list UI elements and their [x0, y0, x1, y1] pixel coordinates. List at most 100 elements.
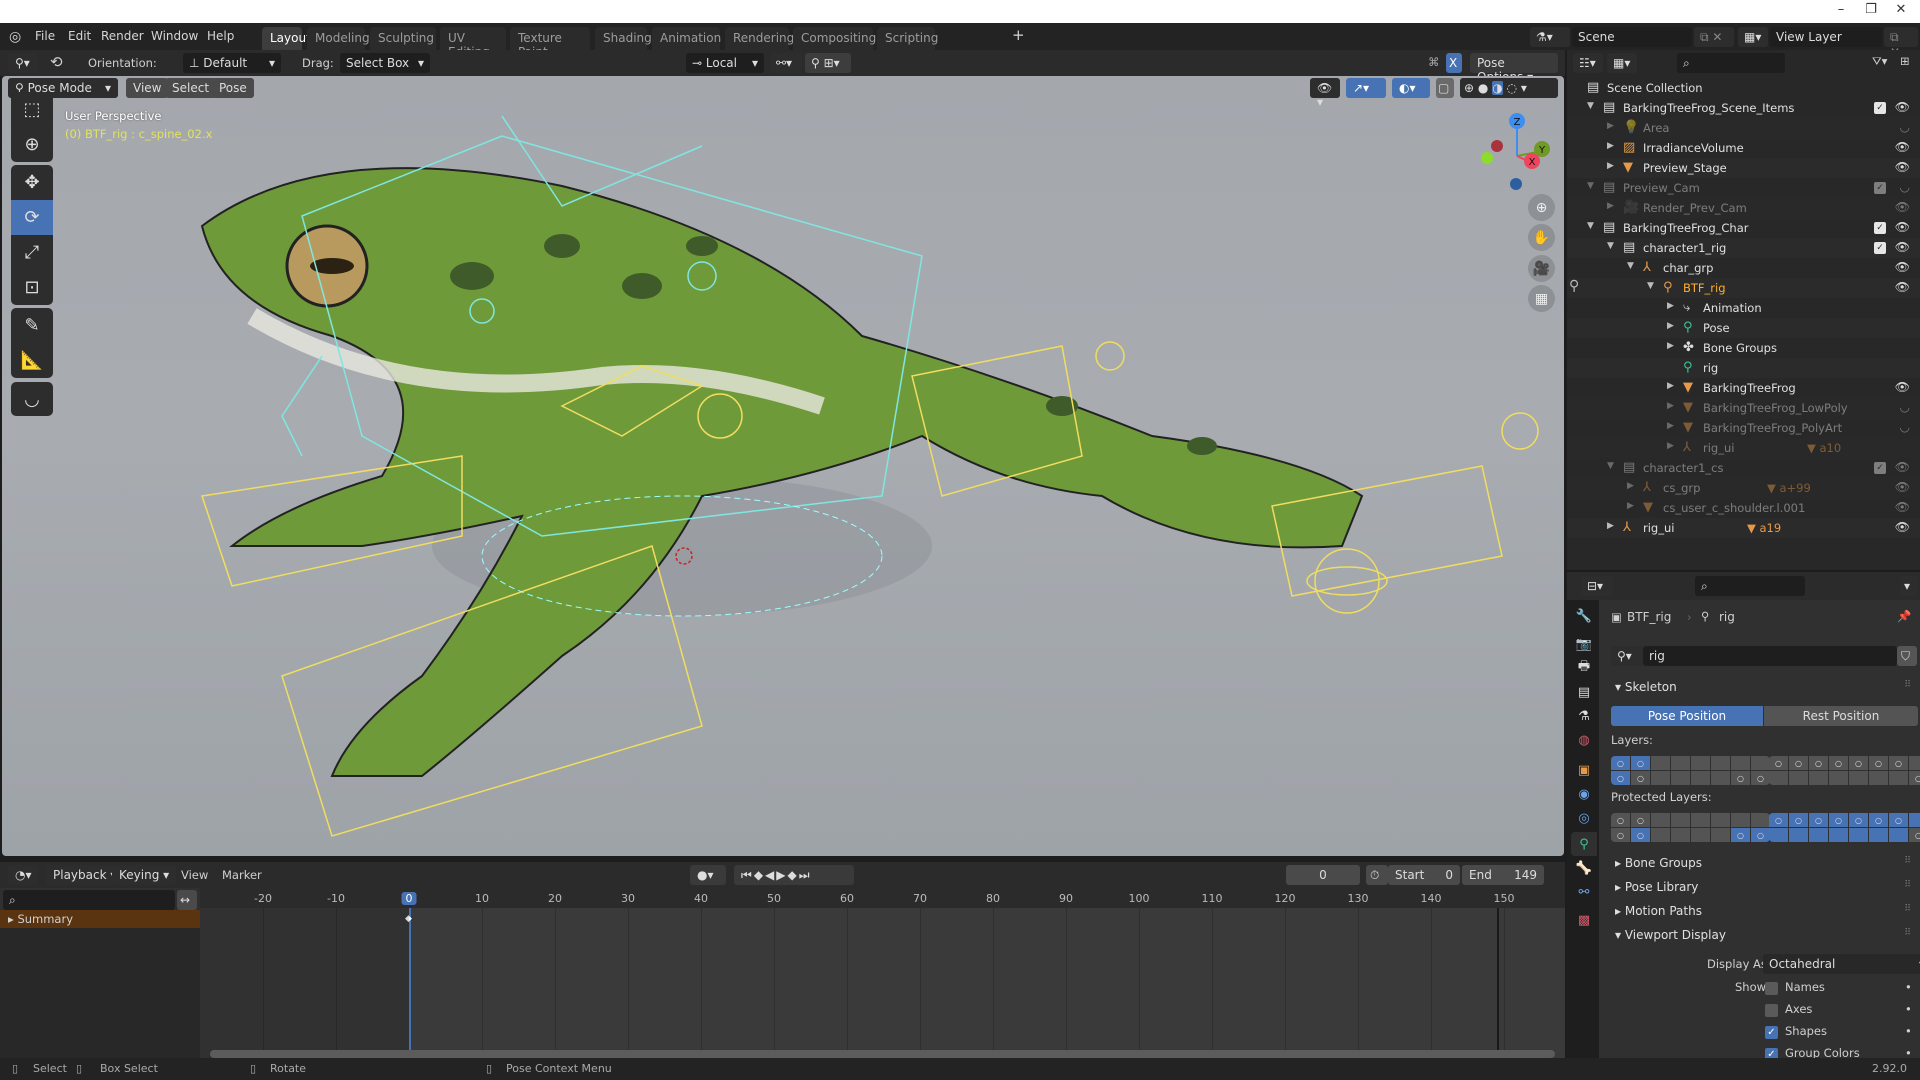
pose-position-button[interactable]: Pose Position: [1611, 706, 1763, 726]
expand-arrow-icon[interactable]: ▶: [1667, 301, 1674, 311]
outliner-row[interactable]: ▶ ✤ Bone Groups: [1567, 338, 1920, 358]
layer-toggle[interactable]: [1711, 771, 1730, 785]
outliner-row[interactable]: ▶ ⅄ rig_ui ▼ a10: [1567, 438, 1920, 458]
expand-arrow-icon[interactable]: ▶: [1667, 441, 1674, 451]
outliner-row[interactable]: ▶ 🎥 Render_Prev_Cam 👁: [1567, 198, 1920, 218]
gizmo-toggle-icon[interactable]: ↗▾: [1346, 78, 1386, 98]
layer-toggle[interactable]: [1809, 771, 1828, 785]
outliner-row[interactable]: ▶ ▼ BarkingTreeFrog_PolyArt ◡: [1567, 418, 1920, 438]
properties-search-input[interactable]: ⌕: [1695, 576, 1805, 596]
eye-icon[interactable]: 👁: [1895, 220, 1910, 234]
current-frame-field[interactable]: 0: [1286, 865, 1360, 885]
outliner-search-input[interactable]: ⌕: [1677, 53, 1785, 73]
measure-tool-icon[interactable]: 📐: [11, 343, 53, 378]
cursor-tool-icon[interactable]: ⊕: [11, 127, 53, 162]
display-mode-icon[interactable]: ☷▾: [1573, 53, 1603, 73]
play-reverse-icon[interactable]: ◀: [765, 868, 776, 882]
exclude-checkbox[interactable]: ✓: [1874, 222, 1886, 234]
menu-window[interactable]: Window: [151, 29, 198, 43]
layer-toggle[interactable]: [1671, 828, 1690, 842]
expand-arrow-icon[interactable]: ▶: [1607, 121, 1614, 131]
object-tab-icon[interactable]: ▣: [1571, 758, 1597, 782]
layer-toggle[interactable]: [1751, 813, 1770, 827]
proportional-edit-icon[interactable]: ⚯▾: [770, 53, 802, 73]
workspace-tab-animation[interactable]: Animation: [652, 27, 721, 50]
layer-toggle[interactable]: [1829, 828, 1848, 842]
outliner-row[interactable]: ▼ ⅄ char_grp 👁: [1567, 258, 1920, 278]
menu-render[interactable]: Render: [101, 29, 144, 43]
layer-toggle[interactable]: [1909, 756, 1920, 770]
outliner-row[interactable]: ▶ ▼ BarkingTreeFrog 👁: [1567, 378, 1920, 398]
dopesheet-area[interactable]: ◆: [200, 908, 1565, 1058]
outliner-row[interactable]: ▶ ⅄ cs_grp ▼ a+99 👁: [1567, 478, 1920, 498]
rendered-shading-icon[interactable]: ◌: [1507, 81, 1517, 95]
annotate-tool-icon[interactable]: ✎: [11, 308, 53, 343]
jump-end-icon[interactable]: ⏭: [799, 868, 812, 882]
layer-toggle[interactable]: [1691, 756, 1710, 770]
new-collection-icon[interactable]: ⊞: [1900, 54, 1910, 68]
layer-toggle[interactable]: ○: [1909, 828, 1920, 842]
tool-tab-icon[interactable]: 🔧: [1571, 604, 1597, 628]
workspace-tab-uv-editing[interactable]: UV Editing: [440, 27, 506, 59]
layer-toggle[interactable]: ○: [1631, 771, 1650, 785]
expand-arrow-icon[interactable]: ▶: [1667, 421, 1674, 431]
outliner-row[interactable]: ▼ ⚲ BTF_rig 👁: [1567, 278, 1920, 298]
shading-mode-buttons[interactable]: ⊕ ● ◑ ◌ ▾: [1460, 78, 1558, 98]
layer-toggle[interactable]: ○: [1789, 756, 1808, 770]
jump-start-icon[interactable]: ⏮: [741, 868, 754, 882]
collapse-arrow-icon[interactable]: ▼: [1607, 461, 1614, 471]
workspace-tab-compositing[interactable]: Compositing: [793, 27, 876, 50]
next-keyframe-icon[interactable]: ◆: [788, 868, 799, 882]
layer-toggle[interactable]: [1671, 771, 1690, 785]
skeleton-panel-header[interactable]: ▾ Skeleton ⠿: [1603, 676, 1915, 698]
summary-channel[interactable]: ▸ Summary: [0, 910, 200, 928]
x-mirror-toggle[interactable]: X: [1446, 53, 1462, 73]
render-tab-icon[interactable]: 📷: [1571, 632, 1597, 656]
layer-toggle[interactable]: [1751, 756, 1770, 770]
outliner-row[interactable]: ▼ ▤ Preview_Cam ✓ ◡: [1567, 178, 1920, 198]
layer-toggle[interactable]: ○: [1611, 828, 1630, 842]
view-menu[interactable]: View: [181, 868, 208, 882]
frame-ruler[interactable]: -20 -10 0 10 20 30 40 50 60 70 80 90 100 110 120 130 140…: [200, 888, 1565, 908]
view-layer-field[interactable]: View Layer: [1770, 27, 1882, 47]
pin-icon[interactable]: 📌: [1897, 609, 1911, 623]
move-tool-icon[interactable]: ✥: [11, 165, 53, 200]
exclude-checkbox[interactable]: ✓: [1874, 102, 1886, 114]
channel-search-input[interactable]: ⌕: [3, 890, 175, 910]
expand-arrow-icon[interactable]: ▶: [1667, 341, 1674, 351]
eye-icon[interactable]: 👁: [1895, 480, 1910, 494]
menu-file[interactable]: File: [35, 29, 55, 43]
collapse-arrow-icon[interactable]: ▼: [1587, 221, 1594, 231]
transform-tool-icon[interactable]: ⊡: [11, 270, 53, 305]
editor-type-clock-icon[interactable]: ◔▾: [8, 865, 38, 885]
outliner-row[interactable]: ▶ ▼ cs_user_c_shoulder.l.001 👁: [1567, 498, 1920, 518]
texture-tab-icon[interactable]: ▩: [1571, 908, 1597, 932]
show-names-checkbox[interactable]: [1765, 982, 1778, 995]
breakdowner-tool-icon[interactable]: ◡: [11, 382, 53, 417]
layer-toggle[interactable]: [1731, 756, 1750, 770]
eye-icon[interactable]: 👁: [1895, 520, 1910, 534]
workspace-tab-rendering[interactable]: Rendering: [725, 27, 794, 50]
bone-groups-panel-header[interactable]: ▸ Bone Groups ⠿: [1603, 852, 1915, 874]
physics-tab-icon[interactable]: ◉: [1571, 782, 1597, 806]
eye-closed-icon[interactable]: ◡: [1900, 400, 1910, 414]
layer-toggle[interactable]: ○: [1909, 771, 1920, 785]
keyframe-dot-icon[interactable]: •: [1905, 1002, 1912, 1016]
collapse-arrow-icon[interactable]: ▼: [1627, 261, 1634, 271]
outliner-row[interactable]: ⚲ rig: [1567, 358, 1920, 378]
layer-toggle[interactable]: ○: [1809, 813, 1828, 827]
layer-toggle[interactable]: ○: [1631, 756, 1650, 770]
armature-data-tab-icon[interactable]: ⚲: [1571, 832, 1597, 856]
outliner-row[interactable]: ▶ ⚲ Pose: [1567, 318, 1920, 338]
playback-controls[interactable]: ⏮◆◀▶◆⏭: [734, 865, 854, 885]
select-menu[interactable]: Select: [165, 78, 217, 98]
expand-arrow-icon[interactable]: ▶: [1667, 381, 1674, 391]
eye-icon[interactable]: 👁: [1895, 500, 1910, 514]
scene-name-field[interactable]: Scene: [1572, 27, 1692, 47]
navigation-gizmo[interactable]: Z Y X: [1472, 106, 1562, 196]
layer-toggle[interactable]: [1651, 756, 1670, 770]
workspace-tab-shading[interactable]: Shading: [595, 27, 652, 50]
orientation-dropdown[interactable]: ⊥ Default ▾: [183, 53, 281, 73]
layer-toggle[interactable]: [1789, 771, 1808, 785]
outliner-row[interactable]: ▼ ▤ BarkingTreeFrog_Char ✓ 👁: [1567, 218, 1920, 238]
